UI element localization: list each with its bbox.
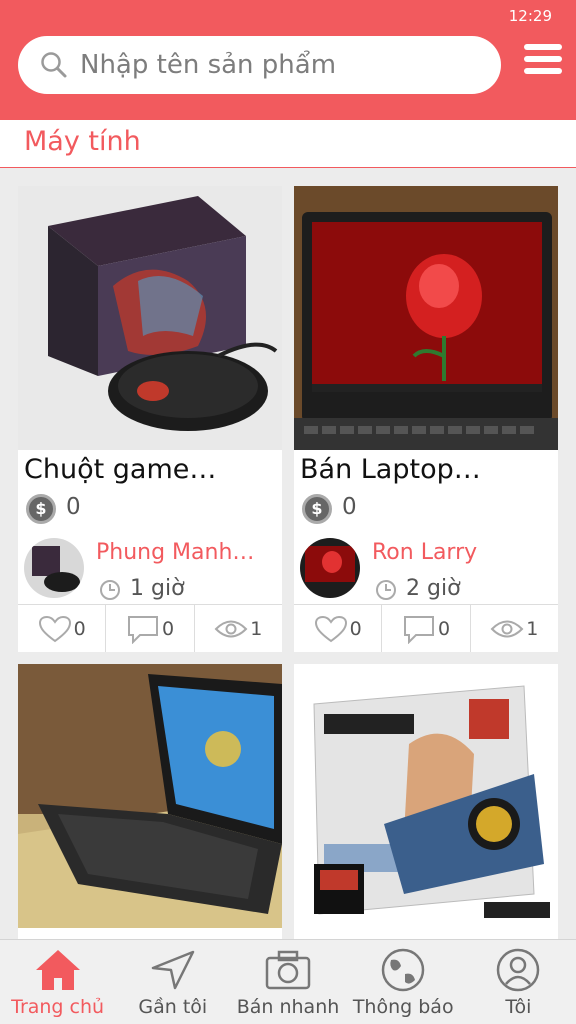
product-title[interactable]: Bán Laptop…: [300, 454, 481, 485]
price-value: 0: [342, 494, 357, 520]
seller-avatar[interactable]: [300, 538, 360, 598]
bottom-tab-bar: Trang chủ Gần tôi Bán nhanh Thông báo Tô…: [0, 939, 576, 1024]
price-value: 0: [66, 494, 81, 520]
user-icon: [497, 948, 540, 992]
tab-quick-sell[interactable]: Bán nhanh: [230, 940, 345, 1024]
dollar-coin-icon: $: [302, 494, 332, 524]
seller-name[interactable]: Phung Manh…: [96, 540, 254, 565]
seller-avatar[interactable]: [24, 538, 84, 598]
comment-icon: [403, 615, 434, 644]
category-title: Máy tính: [24, 126, 141, 157]
tab-notifications[interactable]: Thông báo: [346, 940, 461, 1024]
product-title[interactable]: Chuột game…: [24, 454, 216, 485]
like-count: 0: [73, 617, 86, 640]
seller-name[interactable]: Ron Larry: [372, 540, 477, 565]
product-card[interactable]: [294, 664, 558, 939]
comment-count: 0: [437, 617, 451, 640]
tab-label: Tôi: [505, 996, 532, 1018]
tab-label: Trang chủ: [11, 996, 105, 1018]
like-count: 0: [349, 617, 362, 640]
globe-icon: [381, 948, 425, 992]
view-count: 1: [250, 617, 263, 640]
comment-count: 0: [161, 617, 175, 640]
tab-home[interactable]: Trang chủ: [0, 940, 115, 1024]
heart-icon: [38, 615, 71, 642]
search-icon: [41, 52, 67, 78]
comment-button[interactable]: 0: [382, 605, 471, 652]
like-button[interactable]: 0: [294, 605, 383, 652]
product-card[interactable]: Bán Laptop… $ 0 Ron Larry 2 giờ 0 0 1: [294, 186, 558, 652]
stats-bar: 0 0 1: [18, 604, 282, 652]
tab-label: Bán nhanh: [236, 996, 340, 1018]
hamburger-menu-icon[interactable]: [524, 44, 562, 74]
tab-label: Gần tôi: [138, 996, 208, 1018]
time-value: 2 giờ: [406, 576, 461, 601]
product-image[interactable]: [18, 186, 282, 450]
camera-icon: [265, 950, 311, 990]
search-bar[interactable]: [18, 36, 501, 94]
product-image[interactable]: [294, 186, 558, 450]
tab-label: Thông báo: [352, 996, 454, 1018]
view-stat: 1: [195, 605, 282, 652]
app-header: 12:29: [0, 0, 576, 120]
tab-nearby[interactable]: Gần tôi: [115, 940, 230, 1024]
like-button[interactable]: 0: [18, 605, 107, 652]
stats-bar: 0 0 1: [294, 604, 558, 652]
category-header: Máy tính: [0, 120, 576, 168]
heart-icon: [314, 615, 347, 642]
eye-icon: [490, 620, 524, 637]
view-stat: 1: [471, 605, 558, 652]
home-icon: [35, 950, 80, 990]
product-card[interactable]: Chuột game… $ 0 Phung Manh… 1 giờ 0 0 1: [18, 186, 282, 652]
navigation-arrow-icon: [151, 950, 195, 990]
search-input[interactable]: [80, 46, 480, 84]
product-image[interactable]: [294, 664, 558, 928]
tab-profile[interactable]: Tôi: [461, 940, 576, 1024]
comment-icon: [127, 615, 158, 644]
dollar-coin-icon: $: [26, 494, 56, 524]
product-image[interactable]: [18, 664, 282, 928]
time-value: 1 giờ: [130, 576, 185, 601]
view-count: 1: [526, 617, 539, 640]
clock-icon: [376, 580, 396, 600]
status-time: 12:29: [508, 7, 552, 25]
comment-button[interactable]: 0: [106, 605, 195, 652]
product-card[interactable]: [18, 664, 282, 939]
clock-icon: [100, 580, 120, 600]
eye-icon: [214, 620, 248, 637]
